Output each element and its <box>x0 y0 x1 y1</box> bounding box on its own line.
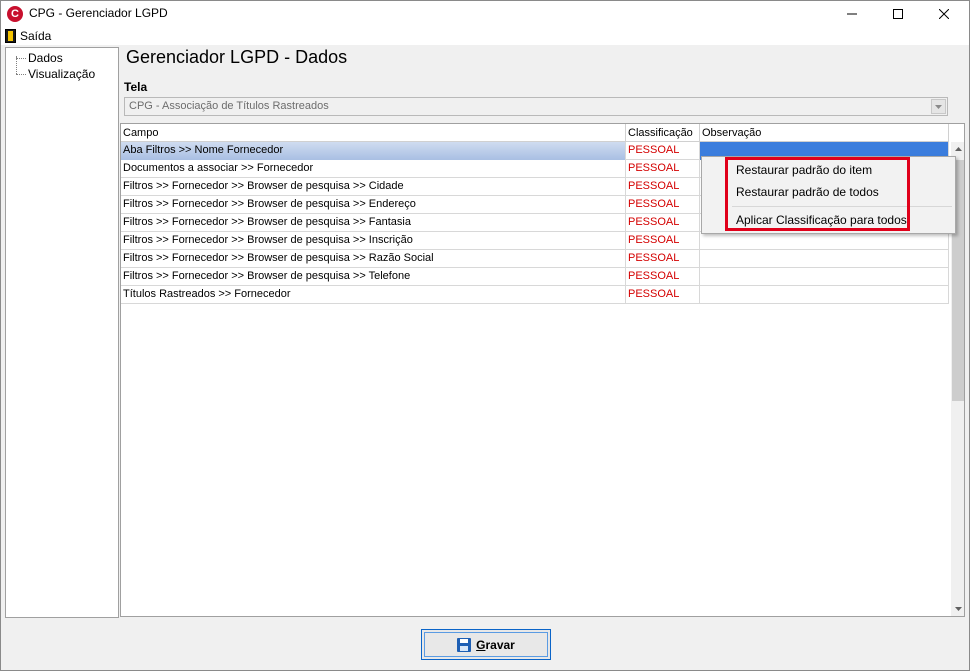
page-title: Gerenciador LGPD - Dados <box>126 47 348 67</box>
column-header-classificacao[interactable]: Classificação <box>626 124 700 142</box>
cell-classificacao[interactable]: PESSOAL <box>626 142 700 160</box>
menu-bar: Saída <box>1 27 969 45</box>
cell-campo: Filtros >> Fornecedor >> Browser de pesq… <box>121 250 626 268</box>
grid-header: Campo Classificação Observação <box>121 124 949 142</box>
tree-item-visualizacao[interactable]: Visualização <box>16 67 95 81</box>
cell-classificacao[interactable]: PESSOAL <box>626 196 700 214</box>
column-header-observacao[interactable]: Observação <box>700 124 949 142</box>
close-button[interactable] <box>921 1 967 27</box>
save-button-label: Gravar <box>476 637 515 652</box>
cell-campo: Documentos a associar >> Fornecedor <box>121 160 626 178</box>
annotation-highlight-box <box>725 157 910 231</box>
menu-exit[interactable]: Saída <box>5 28 51 44</box>
scroll-up-arrow-icon[interactable] <box>951 142 964 156</box>
navigation-tree: Dados Visualização <box>5 47 119 618</box>
cell-campo: Filtros >> Fornecedor >> Browser de pesq… <box>121 214 626 232</box>
tela-select-value: CPG - Associação de Títulos Rastreados <box>129 100 329 112</box>
window-title: CPG - Gerenciador LGPD <box>29 6 168 20</box>
cell-classificacao[interactable]: PESSOAL <box>626 160 700 178</box>
cell-classificacao[interactable]: PESSOAL <box>626 178 700 196</box>
tree-item-label: Dados <box>28 51 63 65</box>
cell-classificacao[interactable]: PESSOAL <box>626 268 700 286</box>
table-row[interactable]: Filtros >> Fornecedor >> Browser de pesq… <box>121 268 949 286</box>
app-window: C CPG - Gerenciador LGPD Saída Dados Vis… <box>0 0 970 671</box>
exit-door-icon <box>5 29 16 43</box>
cell-campo: Aba Filtros >> Nome Fornecedor <box>121 142 626 160</box>
table-row[interactable]: Títulos Rastreados >> Fornecedor PESSOAL <box>121 286 949 304</box>
cell-classificacao[interactable]: PESSOAL <box>626 286 700 304</box>
cell-classificacao[interactable]: PESSOAL <box>626 214 700 232</box>
cell-campo: Filtros >> Fornecedor >> Browser de pesq… <box>121 268 626 286</box>
tree-item-label: Visualização <box>28 67 96 81</box>
cell-campo: Filtros >> Fornecedor >> Browser de pesq… <box>121 196 626 214</box>
cell-classificacao[interactable]: PESSOAL <box>626 250 700 268</box>
cell-campo: Filtros >> Fornecedor >> Browser de pesq… <box>121 178 626 196</box>
cell-observacao[interactable] <box>700 268 949 286</box>
tree-item-dados[interactable]: Dados <box>16 51 63 65</box>
maximize-button[interactable] <box>875 1 921 27</box>
scroll-down-arrow-icon[interactable] <box>951 602 964 616</box>
close-icon <box>939 9 949 19</box>
table-row[interactable]: Filtros >> Fornecedor >> Browser de pesq… <box>121 232 949 250</box>
minimize-button[interactable] <box>829 1 875 27</box>
cell-campo: Filtros >> Fornecedor >> Browser de pesq… <box>121 232 626 250</box>
cell-classificacao[interactable]: PESSOAL <box>626 232 700 250</box>
cpg-logo-icon: C <box>7 6 23 22</box>
chevron-down-icon[interactable] <box>931 99 946 114</box>
floppy-disk-icon <box>457 637 472 652</box>
title-bar: C CPG - Gerenciador LGPD <box>1 1 969 27</box>
cell-observacao[interactable] <box>700 286 949 304</box>
cell-campo: Títulos Rastreados >> Fornecedor <box>121 286 626 304</box>
table-row[interactable]: Filtros >> Fornecedor >> Browser de pesq… <box>121 250 949 268</box>
cell-observacao[interactable] <box>700 232 949 250</box>
minimize-icon <box>847 13 857 15</box>
tela-select[interactable]: CPG - Associação de Títulos Rastreados <box>124 97 948 116</box>
tela-label: Tela <box>124 80 148 94</box>
save-button[interactable]: Gravar <box>421 629 551 660</box>
column-header-campo[interactable]: Campo <box>121 124 626 142</box>
maximize-icon <box>893 9 903 19</box>
menu-exit-label: Saída <box>20 29 52 43</box>
cell-observacao[interactable] <box>700 250 949 268</box>
